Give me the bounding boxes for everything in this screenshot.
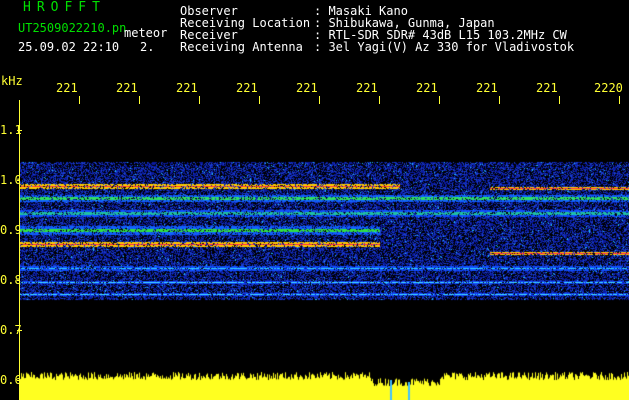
x-tick [79, 96, 80, 104]
x-tick [199, 96, 200, 104]
x-axis-label: 221 [416, 81, 438, 95]
x-axis-label: 221 [536, 81, 558, 95]
mode-label: meteor [124, 26, 168, 40]
x-axis-label: 221 [176, 81, 198, 95]
x-tick [259, 96, 260, 104]
x-axis-label: 221 [356, 81, 378, 95]
x-tick [619, 96, 620, 104]
x-tick [559, 96, 560, 104]
y-axis-unit: kHz [1, 74, 23, 88]
frame-index: 2. [140, 40, 155, 54]
info-value-antenna: : 3el Yagi(V) Az 330 for Vladivostok [314, 40, 575, 54]
x-axis-label: 221 [236, 81, 258, 95]
x-axis-label: 221 [116, 81, 138, 95]
x-tick [439, 96, 440, 104]
signal-level-strip [20, 370, 629, 400]
x-tick [319, 96, 320, 104]
spectrogram-canvas [20, 158, 629, 308]
y-tick [17, 330, 22, 331]
x-axis-label: 2220 [594, 81, 623, 95]
y-tick [17, 130, 22, 131]
x-axis-label: 221 [476, 81, 498, 95]
x-tick [379, 96, 380, 104]
x-tick [139, 96, 140, 104]
x-axis-label: 221 [56, 81, 78, 95]
brand-title: HROFFT [23, 0, 106, 15]
datetime: 25.09.02 22:10 [18, 40, 120, 54]
x-axis-label: 221 [296, 81, 318, 95]
info-label-antenna: Receiving Antenna [180, 40, 303, 54]
filename: UT2509022210.pn [18, 21, 127, 35]
x-tick [499, 96, 500, 104]
